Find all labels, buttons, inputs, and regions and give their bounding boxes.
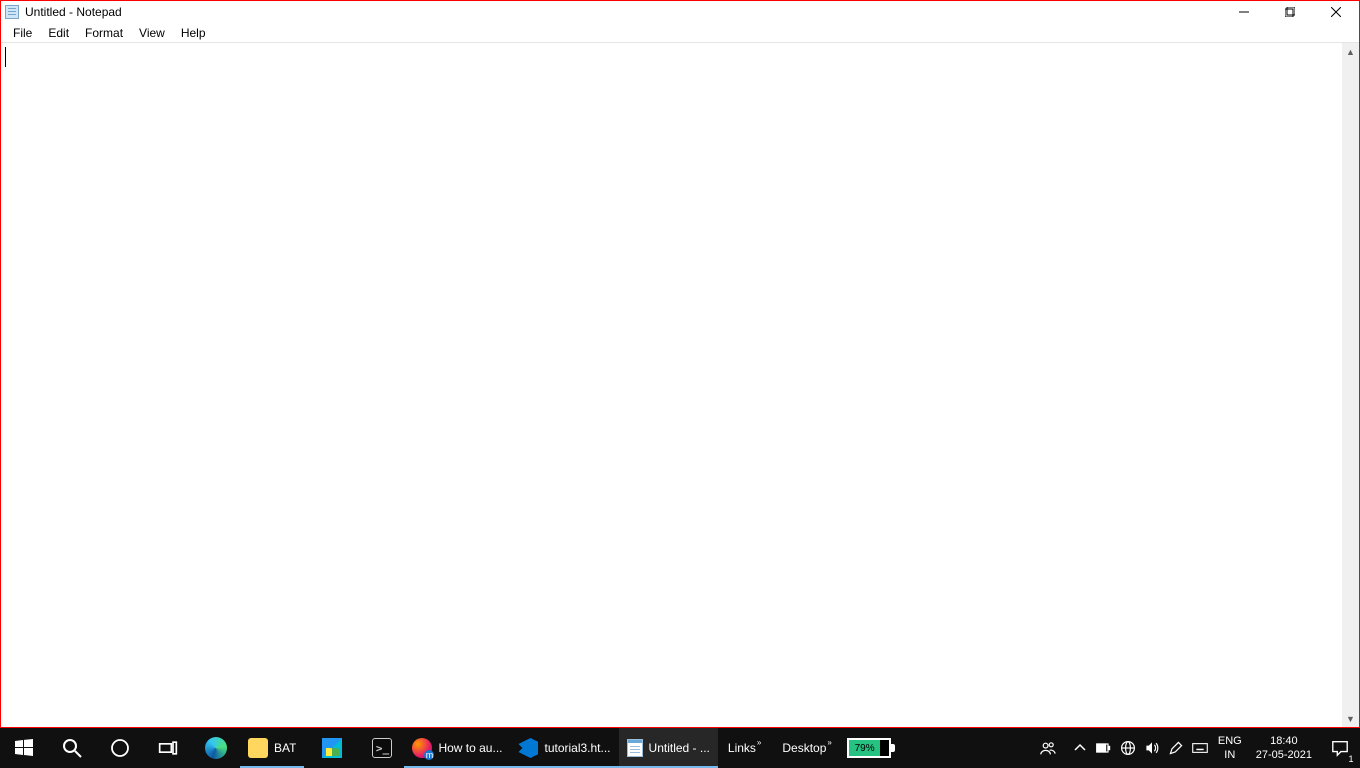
window-controls [1221, 1, 1359, 23]
notepad-window: Untitled - Notepad File Edit Format View… [0, 0, 1360, 728]
chevron-up-icon [1072, 740, 1088, 756]
search-icon [61, 737, 83, 759]
chevron-icon: » [757, 738, 761, 747]
scroll-up-icon[interactable]: ▲ [1342, 43, 1359, 60]
clock-date: 27-05-2021 [1256, 748, 1312, 762]
vscode-icon [518, 738, 538, 758]
task-view-icon [157, 737, 179, 759]
taskbar-terminal[interactable]: >_ [360, 728, 404, 768]
search-button[interactable] [48, 728, 96, 768]
battery-indicator[interactable]: 79% [847, 736, 891, 760]
photos-icon [322, 738, 342, 758]
battery-percent: 79% [849, 740, 881, 756]
notification-icon [1331, 739, 1349, 757]
task-label: tutorial3.ht... [544, 741, 610, 755]
battery-cap-icon [890, 744, 895, 752]
taskbar: BAT >_ How to au... tutorial3.ht... Unti… [0, 728, 1360, 768]
tray-power-button[interactable] [1092, 728, 1116, 768]
language-code: ENG [1218, 734, 1242, 748]
taskbar-task-bat[interactable]: BAT [240, 728, 304, 768]
terminal-icon: >_ [372, 738, 392, 758]
taskbar-toolbars: Links » Desktop » [718, 728, 843, 768]
taskbar-edge[interactable] [192, 728, 240, 768]
vertical-scrollbar[interactable]: ▲ ▼ [1342, 43, 1359, 727]
tray-network-button[interactable] [1116, 728, 1140, 768]
toolbar-label: Desktop [782, 741, 826, 755]
firefox-icon [412, 738, 432, 758]
cortana-icon [109, 737, 131, 759]
tray-overflow-button[interactable] [1068, 728, 1092, 768]
cortana-button[interactable] [96, 728, 144, 768]
tray-pen-button[interactable] [1164, 728, 1188, 768]
language-indicator[interactable]: ENG IN [1212, 734, 1248, 762]
menu-edit[interactable]: Edit [40, 25, 77, 41]
menu-help[interactable]: Help [173, 25, 214, 41]
task-label: BAT [274, 741, 296, 755]
folder-icon [248, 738, 268, 758]
clock-time: 18:40 [1256, 734, 1312, 748]
toolbar-label: Links [728, 741, 756, 755]
taskbar-task-vscode[interactable]: tutorial3.ht... [510, 728, 618, 768]
editor-area: ▲ ▼ [1, 43, 1359, 727]
start-button[interactable] [0, 728, 48, 768]
minimize-button[interactable] [1221, 1, 1267, 23]
action-center-button[interactable] [1320, 728, 1360, 768]
battery-small-icon [1096, 740, 1112, 756]
minimize-icon [1239, 7, 1249, 17]
keyboard-icon [1192, 740, 1208, 756]
maximize-icon [1285, 7, 1295, 17]
keyboard-layout: IN [1218, 748, 1242, 762]
pen-icon [1168, 740, 1184, 756]
chevron-icon: » [827, 738, 831, 747]
titlebar[interactable]: Untitled - Notepad [1, 1, 1359, 23]
tray-keyboard-button[interactable] [1188, 728, 1212, 768]
menubar: File Edit Format View Help [1, 23, 1359, 43]
titlebar-left: Untitled - Notepad [5, 5, 122, 19]
close-button[interactable] [1313, 1, 1359, 23]
toolbar-links[interactable]: Links » [718, 728, 772, 768]
system-tray: ENG IN 18:40 27-05-2021 [1028, 728, 1360, 768]
clock[interactable]: 18:40 27-05-2021 [1248, 734, 1320, 762]
taskbar-task-notepad[interactable]: Untitled - ... [619, 728, 718, 768]
task-view-button[interactable] [144, 728, 192, 768]
people-button[interactable] [1028, 728, 1068, 768]
speaker-icon [1144, 740, 1160, 756]
scroll-down-icon[interactable]: ▼ [1342, 710, 1359, 727]
window-title: Untitled - Notepad [25, 5, 122, 19]
close-icon [1331, 7, 1341, 17]
edge-icon [205, 737, 227, 759]
toolbar-desktop[interactable]: Desktop » [772, 728, 842, 768]
menu-file[interactable]: File [5, 25, 40, 41]
notepad-icon [627, 739, 643, 757]
windows-logo-icon [13, 737, 35, 759]
notepad-app-icon [5, 5, 19, 19]
battery-icon: 79% [847, 738, 891, 758]
taskbar-photos[interactable] [304, 728, 360, 768]
menu-format[interactable]: Format [77, 25, 131, 41]
people-icon [1040, 740, 1056, 756]
menu-view[interactable]: View [131, 25, 173, 41]
globe-icon [1120, 740, 1136, 756]
task-label: Untitled - ... [649, 741, 710, 755]
task-label: How to au... [438, 741, 502, 755]
taskbar-task-firefox[interactable]: How to au... [404, 728, 510, 768]
text-cursor [5, 47, 6, 67]
tray-volume-button[interactable] [1140, 728, 1164, 768]
maximize-button[interactable] [1267, 1, 1313, 23]
text-editor[interactable] [1, 43, 1342, 727]
